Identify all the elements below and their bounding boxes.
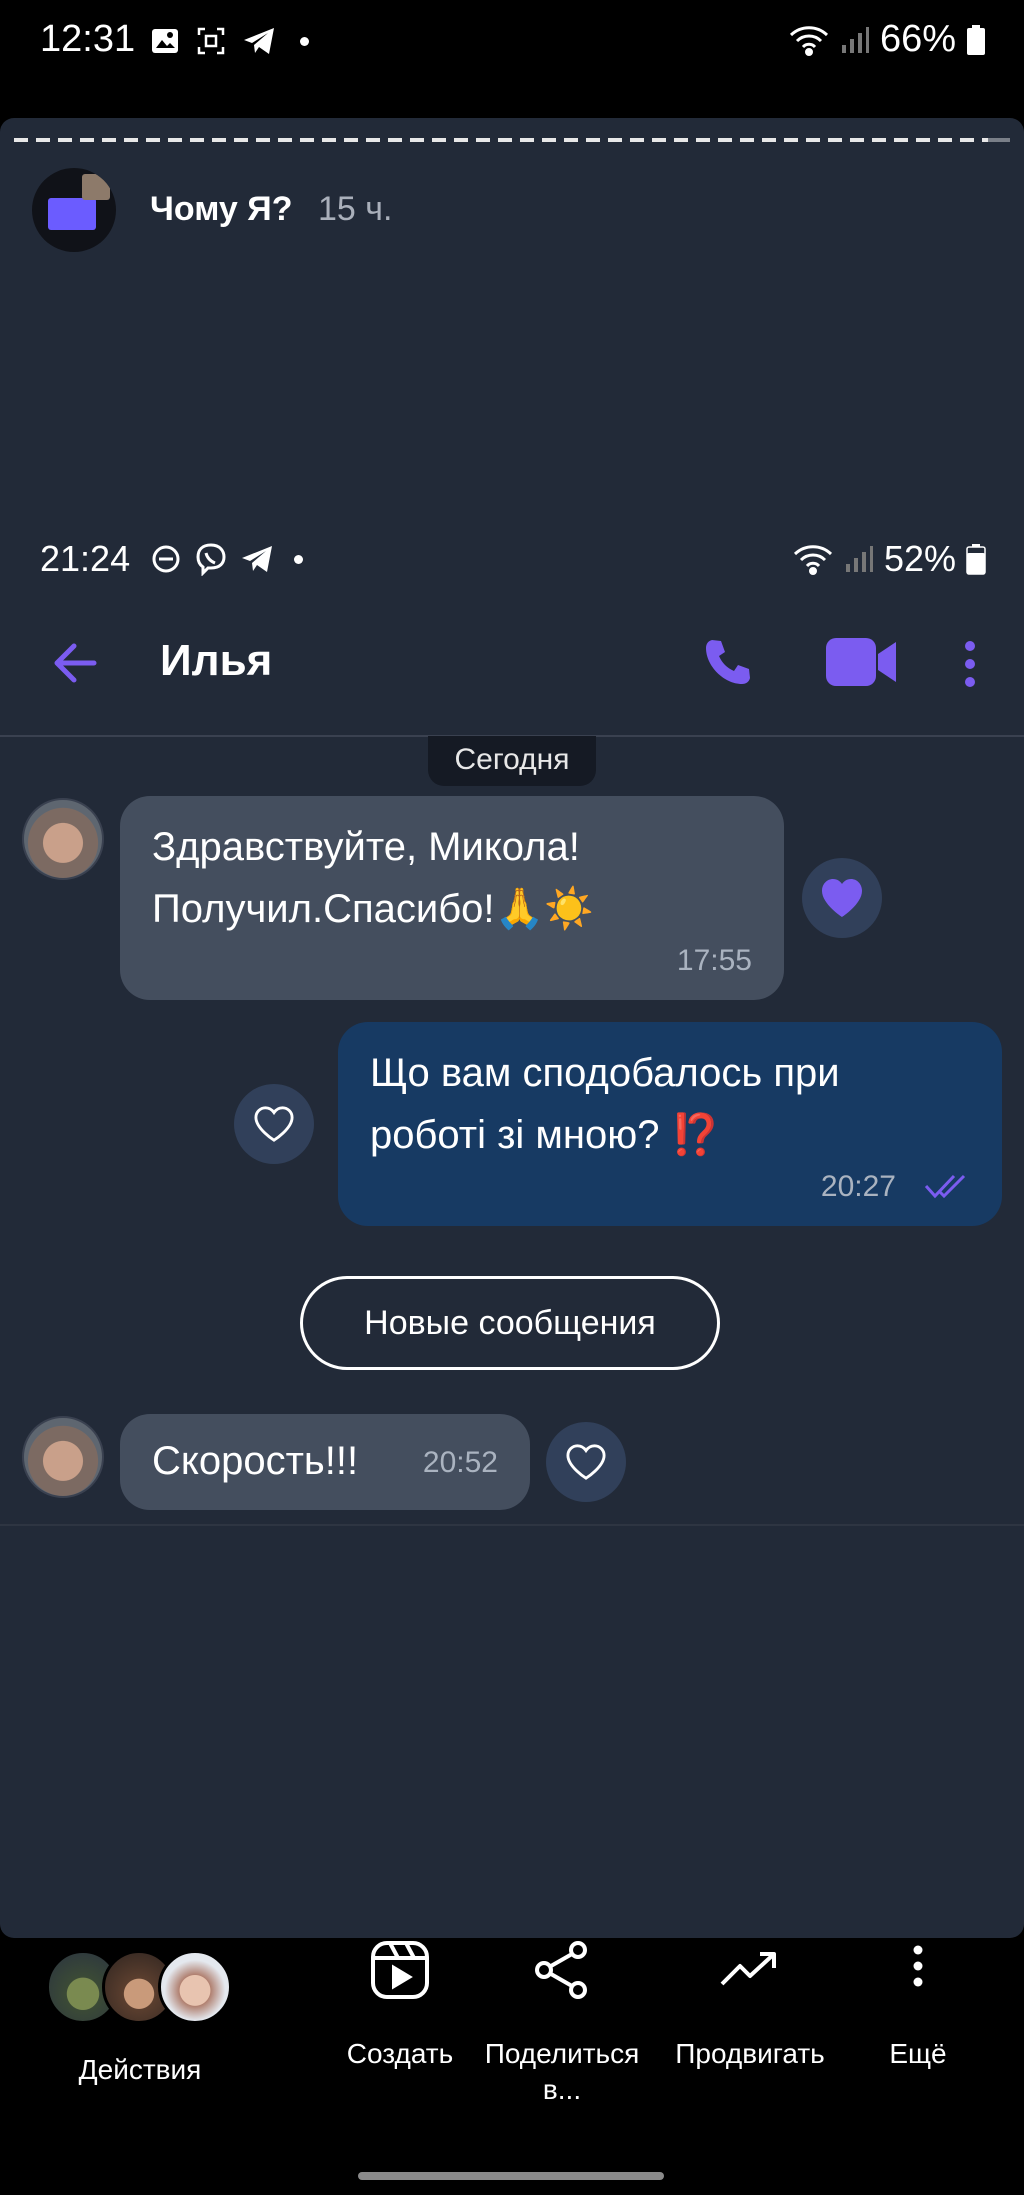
- contact-avatar[interactable]: [22, 1416, 104, 1498]
- battery-icon: [967, 24, 985, 55]
- reels-icon[interactable]: [370, 1940, 430, 2000]
- wifi-icon-inner: [793, 545, 832, 575]
- avatar: [158, 1950, 232, 2024]
- phone-icon[interactable]: [702, 636, 754, 688]
- read-checkmarks-icon: [924, 1174, 966, 1199]
- create-label[interactable]: Создать: [330, 2036, 470, 2072]
- battery-percent: 66%: [879, 18, 956, 60]
- share-icon[interactable]: [532, 1940, 592, 2000]
- message-line: Що вам сподобалось при: [370, 1051, 840, 1095]
- more-label[interactable]: Ещё: [866, 2036, 970, 2072]
- inner-battery-percent: 52%: [883, 538, 956, 579]
- new-messages-button[interactable]: Новые сообщения: [300, 1276, 720, 1370]
- story-avatar[interactable]: [32, 168, 116, 252]
- message-line: Здравствуйте, Микола!: [152, 825, 580, 869]
- actions-avatars[interactable]: [46, 1950, 236, 2024]
- signal-icon: [841, 26, 869, 53]
- telegram-icon: [244, 28, 274, 54]
- story-age: 15 ч.: [318, 190, 393, 228]
- do-not-disturb-icon: [152, 545, 180, 573]
- viber-icon: [196, 543, 226, 576]
- heart-filled-icon: [822, 879, 862, 917]
- chat-bottom-divider: [0, 1524, 1024, 1526]
- message-line: Получил.Спасибо!🙏☀️: [152, 887, 595, 931]
- battery-icon-inner: [966, 544, 986, 575]
- date-chip: Сегодня: [428, 736, 596, 786]
- heart-outline-icon: [566, 1444, 606, 1480]
- more-vert-icon[interactable]: [960, 638, 980, 690]
- trending-up-icon[interactable]: [720, 1950, 780, 1990]
- message-time: 17:55: [676, 944, 752, 977]
- promote-label[interactable]: Продвигать: [660, 2036, 840, 2072]
- more-notifications-dot: [300, 36, 309, 46]
- back-arrow-icon[interactable]: [52, 640, 98, 686]
- reaction-button[interactable]: [546, 1422, 626, 1502]
- chat-title: Илья: [160, 636, 273, 685]
- share-label[interactable]: Поделиться в...: [472, 2036, 652, 2108]
- message-line: роботі зі мною? ⁉️: [370, 1113, 721, 1157]
- inner-status-icons: [150, 542, 303, 576]
- message-bubble-incoming[interactable]: Скорость!!! 20:52: [120, 1414, 530, 1510]
- inner-status-time: 21:24: [40, 538, 131, 579]
- story-author[interactable]: Чому Я?: [150, 190, 292, 229]
- actions-label[interactable]: Действия: [40, 2052, 240, 2088]
- message-bubble-incoming[interactable]: Здравствуйте, Микола! Получил.Спасибо!🙏☀…: [120, 796, 784, 1000]
- reaction-button[interactable]: [802, 858, 882, 938]
- home-indicator[interactable]: [358, 2172, 664, 2180]
- wifi-icon: [789, 25, 828, 56]
- video-camera-icon[interactable]: [826, 636, 898, 688]
- contact-avatar[interactable]: [22, 798, 104, 880]
- signal-icon-inner: [845, 546, 873, 572]
- more-vert-icon[interactable]: [908, 1942, 928, 1994]
- message-bubble-outgoing[interactable]: Що вам сподобалось при роботі зі мною? ⁉…: [338, 1022, 1002, 1226]
- message-text: Скорость!!!: [152, 1439, 359, 1483]
- status-right: 66%: [788, 18, 986, 61]
- screenshot-icon: [197, 27, 225, 55]
- status-notification-icons: [150, 26, 309, 56]
- message-time: 20:27: [820, 1170, 896, 1203]
- reaction-button[interactable]: [234, 1084, 314, 1164]
- heart-outline-icon: [254, 1106, 294, 1142]
- telegram-icon-inner: [242, 546, 272, 572]
- gallery-icon: [152, 29, 178, 53]
- inner-status-right: 52%: [792, 538, 986, 580]
- more-notifications-dot-inner: [294, 554, 303, 564]
- status-time: 12:31: [40, 18, 136, 60]
- message-time: 20:52: [422, 1446, 498, 1479]
- story-progress-bar: [14, 138, 1010, 142]
